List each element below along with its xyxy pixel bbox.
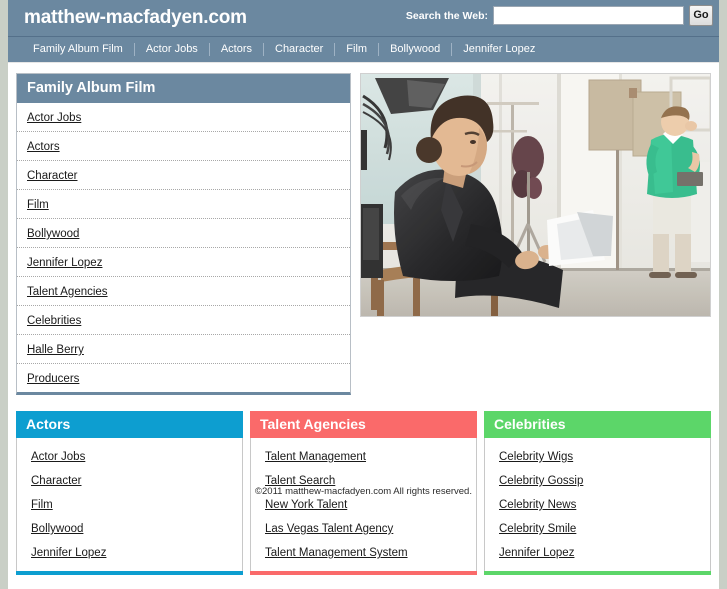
link-film[interactable]: Film [27,199,49,211]
web-search-form: Search the Web: Go [406,5,713,26]
link-jennifer-lopez[interactable]: Jennifer Lopez [27,257,102,269]
page-root: matthew-macfadyen.com Search the Web: Go… [0,0,727,589]
list-item: Celebrity Wigs [485,444,710,468]
link-actor-jobs[interactable]: Actor Jobs [27,112,81,124]
list-item: Halle Berry [17,335,351,364]
talent-link-talent-management-system[interactable]: Talent Management System [265,547,408,559]
list-item: Actor Jobs [17,444,242,468]
nav-item-bollywood[interactable]: Bollywood [379,37,451,62]
search-go-button[interactable]: Go [689,5,713,26]
actors-link-jennifer-lopez[interactable]: Jennifer Lopez [31,547,106,559]
family-album-film-link-list: Actor Jobs Actors Character Film Bollywo… [17,103,351,392]
celebrities-panel-title: Celebrities [484,411,711,438]
list-item: Character [17,161,351,190]
actors-panel-body: Actor Jobs Character Film Bollywood Jenn… [16,438,243,571]
talent-link-las-vegas-talent-agency[interactable]: Las Vegas Talent Agency [265,523,393,535]
list-item: Las Vegas Talent Agency [251,516,476,540]
actors-link-bollywood[interactable]: Bollywood [31,523,83,535]
celebrities-link-list: Celebrity Wigs Celebrity Gossip Celebrit… [485,444,710,564]
link-producers[interactable]: Producers [27,373,79,385]
content-area: Family Album Film Actor Jobs Actors Char… [8,63,719,589]
talent-agencies-panel-footer-bar [250,571,477,575]
family-album-film-panel-title: Family Album Film [17,74,351,103]
list-item: Bollywood [17,219,351,248]
celebrities-panel-footer-bar [484,571,711,575]
list-item: Jennifer Lopez [485,540,710,564]
search-input[interactable] [493,6,684,25]
link-celebrities[interactable]: Celebrities [27,315,81,327]
celeb-link-celebrity-smile[interactable]: Celebrity Smile [499,523,576,535]
hero-image [360,73,711,317]
list-item: Talent Agencies [17,277,351,306]
list-item: Jennifer Lopez [17,540,242,564]
list-item: Film [17,190,351,219]
primary-nav: Family Album Film Actor Jobs Actors Char… [8,37,719,63]
link-character[interactable]: Character [27,170,78,182]
list-item: Producers [17,364,350,392]
nav-item-family-album-film[interactable]: Family Album Film [22,37,134,62]
nav-item-actors[interactable]: Actors [210,37,263,62]
site-shell: matthew-macfadyen.com Search the Web: Go… [8,0,719,589]
talent-agencies-link-list: Talent Management Talent Search New York… [251,444,476,564]
talent-link-talent-management[interactable]: Talent Management [265,451,366,463]
nav-item-jennifer-lopez[interactable]: Jennifer Lopez [452,37,546,62]
link-halle-berry[interactable]: Halle Berry [27,344,84,356]
family-album-film-panel: Family Album Film Actor Jobs Actors Char… [16,73,352,395]
actors-link-list: Actor Jobs Character Film Bollywood Jenn… [17,444,242,564]
link-actors[interactable]: Actors [27,141,60,153]
list-item: Talent Management System [251,540,476,564]
nav-item-character[interactable]: Character [264,37,334,62]
talent-link-new-york-talent[interactable]: New York Talent [265,499,347,511]
talent-agencies-panel-title: Talent Agencies [250,411,477,438]
celeb-link-celebrity-news[interactable]: Celebrity News [499,499,576,511]
link-talent-agencies[interactable]: Talent Agencies [27,286,108,298]
site-title: matthew-macfadyen.com [24,7,247,28]
link-bollywood[interactable]: Bollywood [27,228,79,240]
top-row: Family Album Film Actor Jobs Actors Char… [16,73,711,395]
actors-panel-title: Actors [16,411,243,438]
list-item: Actor Jobs [17,103,351,132]
search-label: Search the Web: [405,9,488,22]
list-item: Celebrities [17,306,351,335]
actors-link-film[interactable]: Film [31,499,53,511]
list-item: Talent Management [251,444,476,468]
footer-copyright: ©2011 matthew-macfadyen.com All rights r… [255,486,472,497]
celebrities-panel-body: Celebrity Wigs Celebrity Gossip Celebrit… [484,438,711,571]
celeb-link-celebrity-wigs[interactable]: Celebrity Wigs [499,451,573,463]
hero-illustration [361,74,711,316]
actors-panel-footer-bar [16,571,243,575]
celeb-link-jennifer-lopez[interactable]: Jennifer Lopez [499,547,574,559]
nav-item-film[interactable]: Film [335,37,378,62]
actors-link-actor-jobs[interactable]: Actor Jobs [31,451,85,463]
talent-agencies-panel-body: Talent Management Talent Search New York… [250,438,477,571]
list-item: Bollywood [17,516,242,540]
site-header: matthew-macfadyen.com Search the Web: Go [8,0,719,37]
list-item: Celebrity Smile [485,516,710,540]
nav-item-actor-jobs[interactable]: Actor Jobs [135,37,209,62]
list-item: Jennifer Lopez [17,248,351,277]
list-item: Actors [17,132,351,161]
